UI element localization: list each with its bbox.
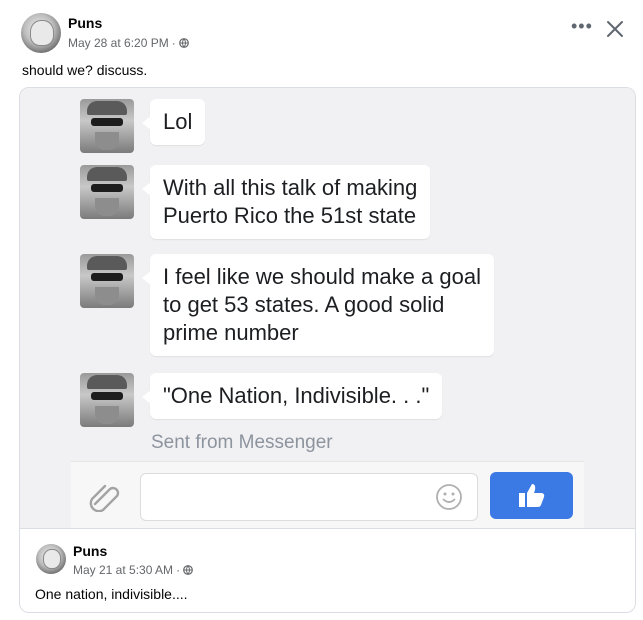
facebook-post: Puns May 28 at 6:20 PM · ••• should we? … xyxy=(0,0,643,620)
more-options-button[interactable]: ••• xyxy=(571,17,593,35)
message-bubble: With all this talk of making Puerto Rico… xyxy=(141,165,431,239)
sender-avatar xyxy=(80,254,134,308)
original-author-avatar[interactable] xyxy=(36,544,66,574)
message-composer xyxy=(71,461,584,529)
original-post[interactable]: Puns May 21 at 5:30 AM · One nation, ind… xyxy=(20,528,635,612)
message-input xyxy=(140,473,478,521)
sent-from-label: Sent from Messenger xyxy=(151,432,333,453)
smiley-icon xyxy=(436,484,462,510)
original-post-date[interactable]: May 21 at 5:30 AM xyxy=(73,563,173,577)
shared-post-card[interactable]: Lol With all this talk of making Puerto … xyxy=(19,87,636,613)
sender-avatar xyxy=(80,165,134,219)
message-bubble: Lol xyxy=(141,99,206,145)
post-date[interactable]: May 28 at 6:20 PM xyxy=(68,36,169,50)
message-line: With all this talk of making xyxy=(163,175,418,200)
globe-icon xyxy=(183,565,193,575)
post-caption: should we? discuss. xyxy=(22,62,148,78)
message-bubble: "One Nation, Indivisible. . ." xyxy=(141,373,443,419)
message-line: "One Nation, Indivisible. . ." xyxy=(163,383,430,408)
message-line: to get 53 states. A good solid xyxy=(163,292,445,317)
thumbs-up-icon xyxy=(519,484,545,507)
meta-separator: · xyxy=(171,36,176,50)
author-name[interactable]: Puns xyxy=(68,15,102,31)
globe-icon xyxy=(178,38,189,48)
message-line: Lol xyxy=(163,109,193,134)
post-meta: May 28 at 6:20 PM · xyxy=(68,36,189,50)
sender-avatar xyxy=(80,99,134,153)
original-post-text: One nation, indivisible.... xyxy=(35,586,188,602)
original-post-meta: May 21 at 5:30 AM · xyxy=(73,563,193,577)
message-line: Puerto Rico the 51st state xyxy=(163,203,417,228)
author-avatar[interactable] xyxy=(21,13,61,53)
sender-avatar xyxy=(80,373,134,427)
message-line: prime number xyxy=(163,320,299,345)
message-bubble: I feel like we should make a goal to get… xyxy=(142,254,494,356)
meta-separator: · xyxy=(176,563,181,577)
like-button xyxy=(490,472,573,519)
original-author-name[interactable]: Puns xyxy=(73,543,107,559)
paperclip-icon xyxy=(89,484,120,512)
messenger-screenshot-image[interactable]: Lol With all this talk of making Puerto … xyxy=(20,88,635,529)
message-line: I feel like we should make a goal xyxy=(163,264,481,289)
close-icon[interactable] xyxy=(604,18,626,40)
